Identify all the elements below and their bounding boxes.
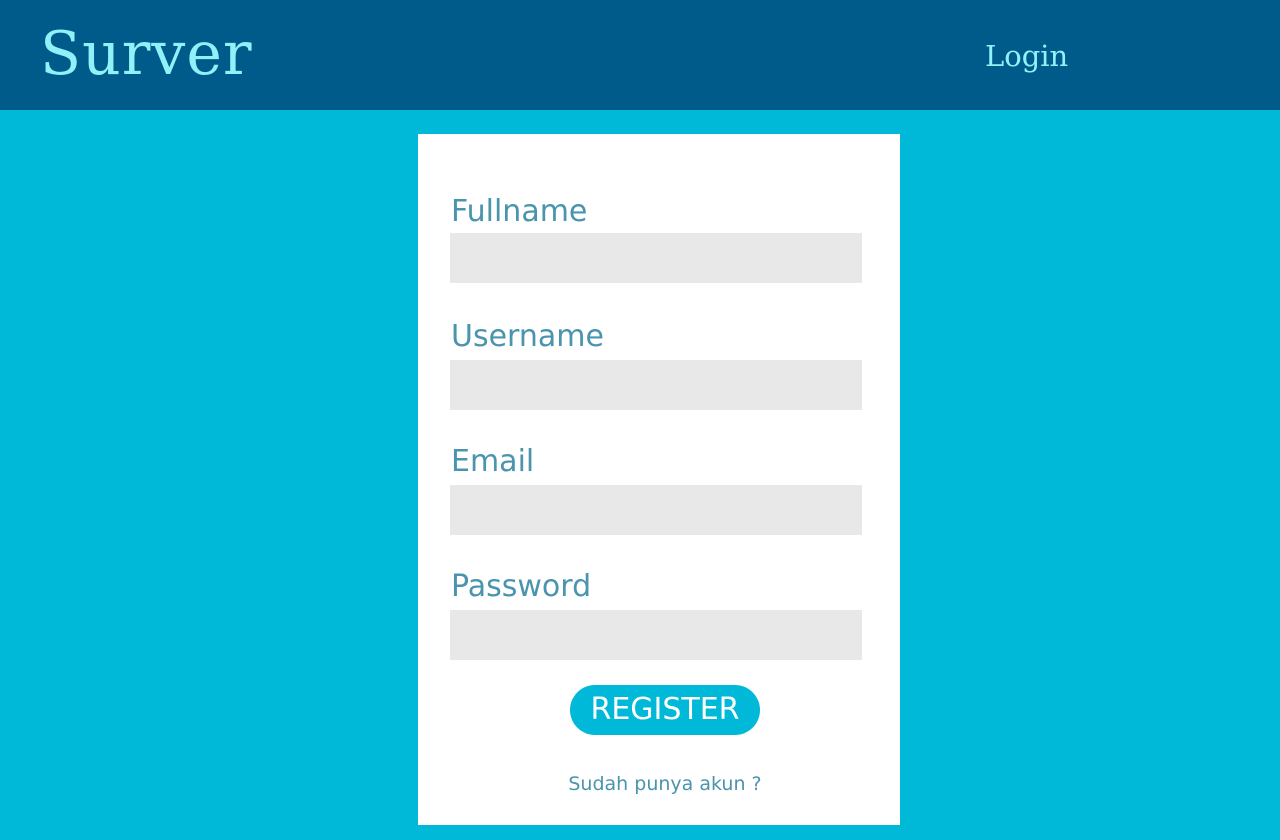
register-card: Fullname Username Email Password REGISTE… [418,134,900,825]
nav-login-link[interactable]: Login [985,36,1068,76]
username-input[interactable] [450,360,862,410]
email-label: Email [451,444,535,479]
email-input[interactable] [450,485,862,535]
fullname-label: Fullname [451,194,588,229]
brand-logo[interactable]: Surver [40,14,253,94]
password-input[interactable] [450,610,862,660]
top-navbar: Surver Login [0,0,1280,110]
password-label: Password [451,569,592,604]
register-button[interactable]: REGISTER [570,685,760,735]
username-label: Username [451,319,604,354]
fullname-input[interactable] [450,233,862,283]
have-account-link[interactable]: Sudah punya akun ? [418,772,912,796]
